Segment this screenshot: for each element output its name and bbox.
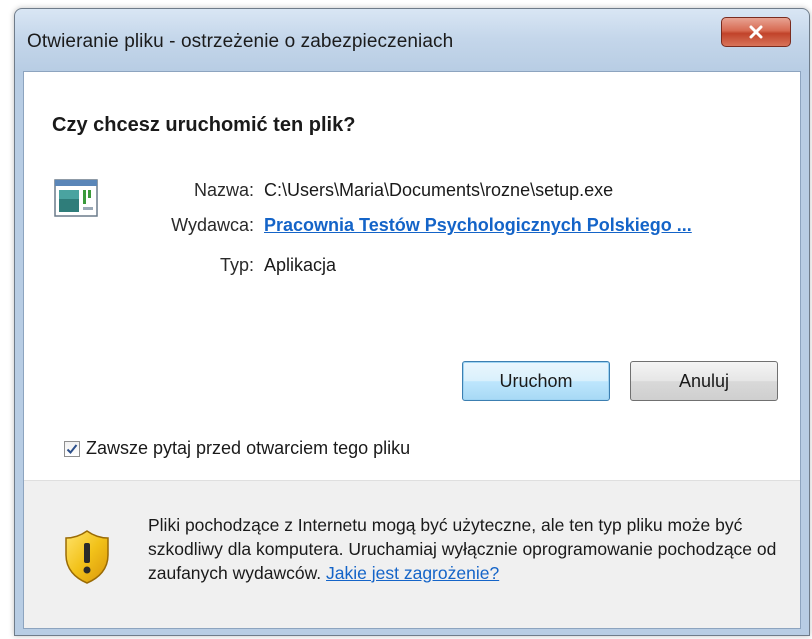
always-ask-label: Zawsze pytaj przed otwarciem tego pliku — [86, 438, 411, 458]
publisher-link[interactable]: Pracownia Testów Psychologicznych Polski… — [264, 215, 692, 236]
dialog-content: Czy chcesz uruchomić ten plik? Nazwa: C:… — [23, 71, 801, 629]
always-ask-checkbox-row[interactable]: Zawsze pytaj przed otwarciem tego pliku — [64, 438, 410, 459]
cancel-button[interactable]: Anuluj — [630, 361, 778, 401]
security-warning-dialog: Otwieranie pliku - ostrzeżenie o zabezpi… — [14, 8, 810, 636]
warning-footer: Pliki pochodzące z Internetu mogą być uż… — [24, 480, 800, 628]
security-shield-warning-icon — [65, 530, 109, 584]
what-is-the-risk-link[interactable]: Jakie jest zagrożenie? — [326, 563, 499, 583]
publisher-label: Wydawca: — [171, 215, 254, 235]
type-label: Typ: — [219, 255, 254, 275]
always-ask-checkbox[interactable] — [64, 440, 80, 457]
name-value: C:\Users\Maria\Documents\rozne\setup.exe — [264, 180, 614, 200]
checkmark-icon — [66, 443, 78, 454]
run-button[interactable]: Uruchom — [462, 361, 610, 401]
close-button[interactable] — [721, 17, 791, 47]
type-value: Aplikacja — [264, 255, 337, 275]
name-label: Nazwa: — [193, 180, 254, 200]
question-heading: Czy chcesz uruchomić ten plik? — [52, 114, 356, 136]
close-icon — [749, 25, 763, 39]
warning-message: Pliki pochodzące z Internetu mogą być uż… — [148, 513, 778, 585]
title-bar[interactable]: Otwieranie pliku - ostrzeżenie o zabezpi… — [15, 9, 809, 71]
window-title: Otwieranie pliku - ostrzeżenie o zabezpi… — [27, 31, 454, 52]
